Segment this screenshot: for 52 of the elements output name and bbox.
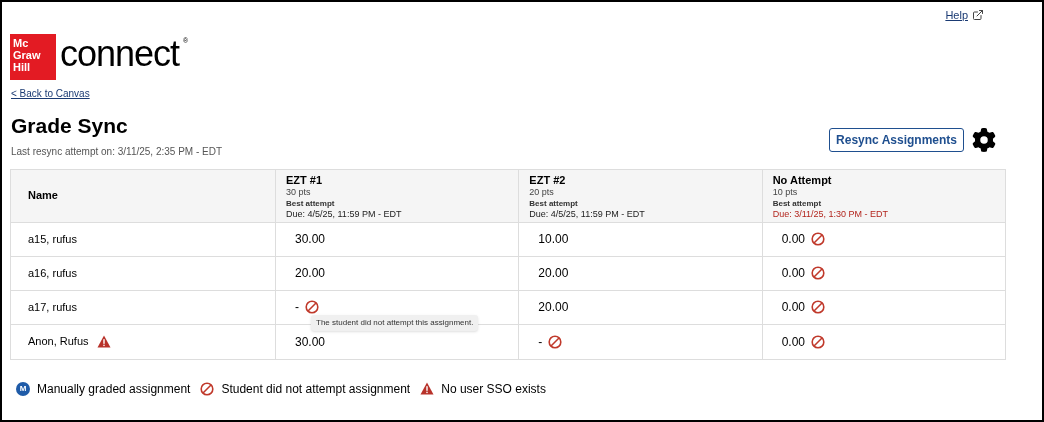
- points-text: 20 pts: [529, 186, 555, 198]
- score-text: 0.00: [781, 333, 805, 351]
- help-link[interactable]: Help: [945, 7, 984, 24]
- column-header: EZT #1: [286, 172, 324, 187]
- due-date-text: Due: 4/5/25, 11:59 PM - EDT: [529, 208, 646, 220]
- legend-label: No user SSO exists: [441, 380, 546, 398]
- score-text: 30.00: [295, 231, 326, 248]
- no-entry-icon: [811, 300, 825, 314]
- no-entry-icon: [811, 232, 825, 246]
- settings-icon[interactable]: [972, 127, 996, 152]
- tooltip: The student did not attempt this assignment.: [311, 314, 479, 331]
- resync-assignments-button[interactable]: Resync Assignments: [829, 127, 964, 152]
- points-text: 30 pts: [286, 186, 312, 198]
- attempt-policy-text: Best attempt: [286, 197, 336, 209]
- warning-icon: [96, 335, 111, 348]
- score-text: 0.00: [781, 231, 805, 248]
- manual-grade-icon: M: [16, 381, 30, 396]
- column-header: EZT #2: [529, 172, 567, 187]
- points-text: 10 pts: [772, 186, 799, 198]
- external-link-icon: [972, 9, 984, 22]
- attempt-policy-text: Best attempt: [772, 197, 823, 209]
- warning-icon: [420, 382, 435, 395]
- due-date-text: Due: 3/11/25, 1:30 PM - EDT: [772, 208, 890, 220]
- score-text: 0.00: [781, 265, 805, 282]
- score-text: -: [538, 333, 543, 351]
- student-name: Anon, Rufus: [28, 334, 89, 350]
- student-name: a15, rufus: [28, 231, 77, 247]
- score-text: 10.00: [538, 231, 569, 248]
- column-header: No Attempt: [772, 172, 833, 187]
- score-text: 20.00: [295, 265, 326, 282]
- score-text: 30.00: [295, 333, 326, 351]
- attempt-policy-text: Best attempt: [529, 197, 579, 209]
- score-text: 20.00: [538, 299, 569, 316]
- back-link[interactable]: < Back to Canvas: [11, 87, 90, 99]
- no-entry-icon: [305, 300, 319, 314]
- logo-mark: Mc Graw Hill: [10, 33, 56, 80]
- column-header: Name: [28, 188, 58, 201]
- legend-label: Manually graded assignment: [37, 380, 191, 398]
- no-entry-icon: [811, 334, 825, 349]
- no-entry-icon: [548, 334, 563, 349]
- no-entry-icon: [811, 266, 825, 280]
- due-date-text: Due: 4/5/25, 11:59 PM - EDT: [286, 208, 403, 220]
- score-text: 0.00: [781, 299, 805, 316]
- page-title: Grade Sync: [11, 112, 129, 139]
- student-name: a16, rufus: [28, 265, 77, 281]
- score-text: -: [295, 299, 299, 316]
- last-resync-text: Last resync attempt on: 3/11/25, 2:35 PM - EDT: [11, 144, 223, 159]
- no-entry-icon: [200, 381, 215, 396]
- student-name: a17, rufus: [28, 299, 77, 315]
- legend-label: Student did not attempt assignment: [221, 380, 411, 398]
- score-text: 20.00: [538, 265, 569, 282]
- logo-wordmark: connect: [60, 35, 180, 72]
